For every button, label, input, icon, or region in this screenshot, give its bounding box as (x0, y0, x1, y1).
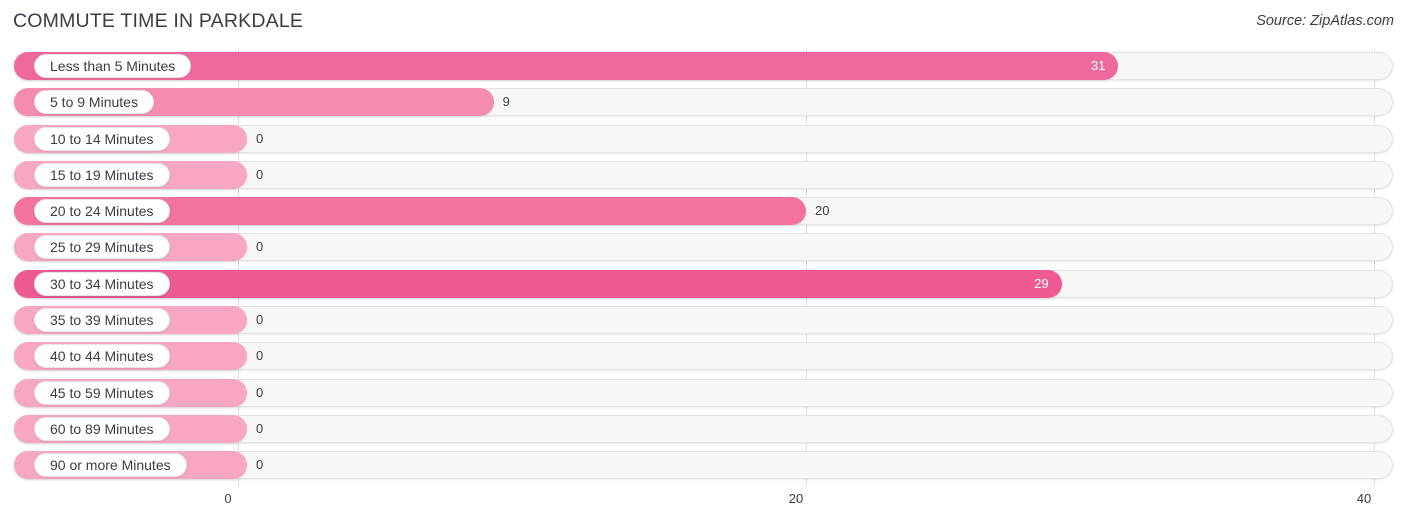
bar-value-label: 0 (256, 384, 264, 400)
bar-row: 31 Less than 5 Minutes (0, 49, 1406, 85)
axis-tick-label: 0 (224, 491, 232, 506)
category-label[interactable]: 40 to 44 Minutes (34, 344, 170, 369)
bar-value-label: 0 (256, 457, 264, 473)
bar-value-label: 31 (1090, 58, 1106, 73)
bar-row: 0 60 to 89 Minutes (0, 412, 1406, 448)
bar-value-label: 29 (1034, 275, 1049, 291)
source-attribution: Source: ZipAtlas.com (1256, 13, 1394, 29)
category-label[interactable]: 45 to 59 Minutes (34, 380, 170, 405)
bar-value-label: 0 (256, 420, 264, 436)
category-label[interactable]: 25 to 29 Minutes (34, 235, 170, 260)
bar-row: 0 45 to 59 Minutes (0, 376, 1406, 412)
category-label[interactable]: 10 to 14 Minutes (34, 126, 170, 151)
page-title: COMMUTE TIME IN PARKDALE (13, 10, 304, 32)
bar-value-label: 0 (256, 348, 264, 364)
plot-area: 31 Less than 5 Minutes 9 5 to 9 Minutes 0 10 … (0, 49, 1406, 486)
category-label[interactable]: 20 to 24 Minutes (34, 199, 170, 224)
bar-row: 9 5 to 9 Minutes (0, 85, 1406, 121)
bar[interactable]: 29 (14, 269, 1062, 298)
bar-row: 0 25 to 29 Minutes (0, 230, 1406, 266)
category-label[interactable]: 60 to 89 Minutes (34, 416, 170, 441)
bar-row: 20 20 to 24 Minutes (0, 194, 1406, 230)
chart-container: COMMUTE TIME IN PARKDALE Source: ZipAtla… (0, 0, 1406, 523)
bar-value-label: 20 (815, 203, 830, 219)
bar-row: 0 10 to 14 Minutes (0, 122, 1406, 158)
x-axis: 0 20 40 (0, 486, 1406, 523)
bar-value-label: 0 (256, 130, 264, 146)
category-label[interactable]: 5 to 9 Minutes (34, 90, 154, 115)
bar-value-label: 0 (256, 166, 264, 182)
axis-tick-label: 40 (1356, 491, 1372, 506)
bar-value-label: 0 (256, 239, 264, 255)
bar-value-label: 9 (502, 94, 510, 110)
category-label[interactable]: 30 to 34 Minutes (34, 271, 170, 296)
bar-row: 29 30 to 34 Minutes (0, 267, 1406, 303)
category-label[interactable]: 15 to 19 Minutes (34, 162, 170, 187)
bar-row: 0 90 or more Minutes (0, 448, 1406, 484)
bar-value-label: 0 (256, 312, 264, 328)
category-label[interactable]: Less than 5 Minutes (34, 54, 192, 78)
bar-row: 0 35 to 39 Minutes (0, 303, 1406, 339)
bar-row: 0 40 to 44 Minutes (0, 339, 1406, 375)
category-label[interactable]: 90 or more Minutes (34, 453, 187, 478)
bar-rows: 31 Less than 5 Minutes 9 5 to 9 Minutes 0 10 … (0, 49, 1406, 485)
bar-row: 0 15 to 19 Minutes (0, 158, 1406, 194)
axis-tick-label: 20 (788, 491, 804, 506)
category-label[interactable]: 35 to 39 Minutes (34, 308, 170, 333)
